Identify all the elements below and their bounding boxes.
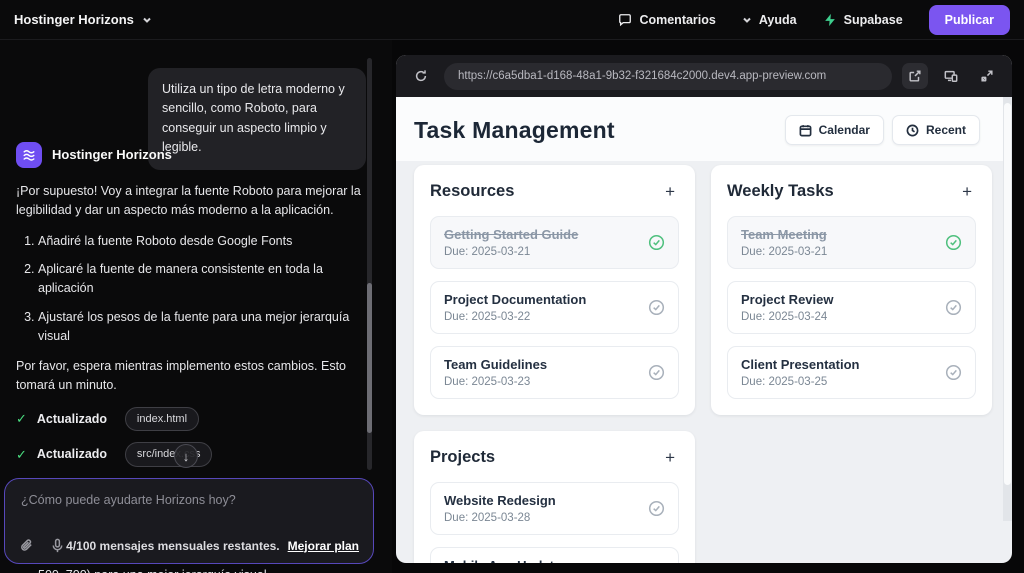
chat-scrollbar[interactable] bbox=[367, 58, 372, 470]
task-check-icon[interactable] bbox=[648, 234, 665, 251]
preview-scrollbar-thumb[interactable] bbox=[1004, 103, 1011, 485]
task-check-icon[interactable] bbox=[648, 500, 665, 517]
supabase-button[interactable]: Supabase bbox=[823, 13, 903, 27]
task-item[interactable]: Website Redesign Due: 2025-03-28 bbox=[430, 482, 679, 535]
check-icon: ✓ bbox=[16, 446, 27, 462]
preview-app: Task Management Calendar Recent Resource… bbox=[396, 97, 1012, 563]
section-card-projects: Projects + Website Redesign Due: 2025-03… bbox=[414, 431, 695, 563]
task-item[interactable]: Team Guidelines Due: 2025-03-23 bbox=[430, 346, 679, 399]
task-due: Due: 2025-03-21 bbox=[444, 246, 531, 258]
task-due: Due: 2025-03-21 bbox=[741, 246, 828, 258]
app-preview-panel: https://c6a5dba1-d168-48a1-9b32-f321684c… bbox=[396, 55, 1012, 563]
calendar-icon bbox=[799, 124, 812, 136]
plan-list: Añadiré la fuente Roboto desde Google Fo… bbox=[20, 232, 362, 346]
task-item[interactable]: Getting Started Guide Due: 2025-03-21 bbox=[430, 216, 679, 269]
file-pill[interactable]: src/index.css bbox=[124, 442, 213, 467]
task-title: Mobile App Update bbox=[444, 558, 561, 563]
add-task-button[interactable]: + bbox=[661, 447, 679, 468]
add-task-button[interactable]: + bbox=[958, 181, 976, 202]
section-title: Weekly Tasks bbox=[727, 182, 834, 200]
update-status: Actualizado bbox=[36, 411, 108, 426]
message-composer[interactable]: ¿Cómo puede ayudarte Horizons hoy? 4/100… bbox=[4, 478, 374, 564]
publish-button[interactable]: Publicar bbox=[928, 4, 1010, 35]
task-check-icon[interactable] bbox=[945, 234, 962, 251]
microphone-icon[interactable] bbox=[50, 538, 65, 553]
refresh-button[interactable] bbox=[408, 63, 434, 89]
task-due: Due: 2025-03-28 bbox=[444, 512, 531, 524]
task-item[interactable]: Client Presentation Due: 2025-03-25 bbox=[727, 346, 976, 399]
preview-browser-bar: https://c6a5dba1-d168-48a1-9b32-f321684c… bbox=[396, 55, 1012, 97]
task-title: Client Presentation bbox=[741, 357, 860, 372]
task-check-icon[interactable] bbox=[945, 299, 962, 316]
task-title: Team Meeting bbox=[741, 227, 827, 242]
waves-icon bbox=[23, 150, 35, 161]
file-update-row: ✓ Actualizado index.html bbox=[16, 406, 362, 432]
add-task-button[interactable]: + bbox=[661, 181, 679, 202]
horizons-logo bbox=[16, 142, 42, 168]
preview-url-input[interactable]: https://c6a5dba1-d168-48a1-9b32-f321684c… bbox=[444, 62, 892, 90]
section-card-resources: Resources + Getting Started Guide Due: 2… bbox=[414, 165, 695, 415]
page-title: Task Management bbox=[414, 116, 615, 143]
task-item[interactable]: Project Documentation Due: 2025-03-22 bbox=[430, 281, 679, 334]
task-due: Due: 2025-03-24 bbox=[741, 311, 828, 323]
chevron-down-icon bbox=[743, 17, 751, 23]
file-pill[interactable]: index.html bbox=[124, 406, 200, 432]
comment-bubble-icon bbox=[619, 13, 632, 26]
section-title: Projects bbox=[430, 448, 496, 466]
scroll-to-bottom-button[interactable]: ↓ bbox=[174, 444, 198, 468]
open-external-button[interactable] bbox=[902, 63, 928, 89]
task-item[interactable]: Project Review Due: 2025-03-24 bbox=[727, 281, 976, 334]
workspace-switcher[interactable]: Hostinger Horizons bbox=[14, 12, 152, 27]
recent-button[interactable]: Recent bbox=[891, 115, 980, 145]
chat-panel: Utiliza un tipo de letra moderno y senci… bbox=[0, 40, 392, 573]
plan-step: Añadiré la fuente Roboto desde Google Fo… bbox=[38, 232, 362, 251]
device-toggle-button[interactable] bbox=[938, 63, 964, 89]
section-title: Resources bbox=[430, 182, 515, 200]
supabase-label: Supabase bbox=[843, 12, 903, 27]
fullscreen-button[interactable] bbox=[974, 63, 1000, 89]
upgrade-plan-link[interactable]: Mejorar plan bbox=[288, 539, 359, 553]
task-title: Project Review bbox=[741, 292, 834, 307]
task-item[interactable]: Team Meeting Due: 2025-03-21 bbox=[727, 216, 976, 269]
check-icon: ✓ bbox=[16, 411, 27, 427]
task-check-icon[interactable] bbox=[945, 364, 962, 381]
task-item[interactable]: Mobile App Update Due: 2025-03-30 bbox=[430, 547, 679, 563]
comments-button[interactable]: Comentarios bbox=[618, 12, 716, 27]
attach-icon[interactable] bbox=[19, 538, 34, 553]
plan-step: Ajustaré los pesos de la fuente para una… bbox=[38, 308, 362, 346]
task-title: Team Guidelines bbox=[444, 357, 548, 372]
task-check-icon[interactable] bbox=[648, 299, 665, 316]
task-title: Getting Started Guide bbox=[444, 227, 579, 242]
preview-scrollbar[interactable] bbox=[1003, 97, 1012, 521]
clock-icon bbox=[906, 124, 919, 136]
task-title: Website Redesign bbox=[444, 493, 556, 508]
top-bar: Hostinger Horizons Comentarios Ayuda Sup… bbox=[0, 0, 1024, 40]
comments-label: Comentarios bbox=[639, 12, 716, 27]
quota-text: 4/100 mensajes mensuales restantes. bbox=[66, 538, 280, 553]
recent-label: Recent bbox=[925, 123, 966, 137]
external-link-icon bbox=[909, 70, 921, 82]
workspace-title: Hostinger Horizons bbox=[14, 12, 134, 27]
task-check-icon[interactable] bbox=[648, 364, 665, 381]
task-due: Due: 2025-03-25 bbox=[741, 376, 828, 388]
composer-placeholder: ¿Cómo puede ayudarte Horizons hoy? bbox=[21, 493, 236, 507]
update-status: Actualizado bbox=[36, 447, 108, 462]
task-title: Project Documentation bbox=[444, 292, 587, 307]
expand-icon bbox=[981, 70, 993, 82]
plan-step: Aplicaré la fuente de manera consistente… bbox=[38, 260, 362, 298]
assistant-name: Hostinger Horizons bbox=[52, 147, 172, 163]
help-menu[interactable]: Ayuda bbox=[742, 13, 797, 27]
assistant-intro: ¡Por supuesto! Voy a integrar la fuente … bbox=[16, 184, 361, 217]
help-label: Ayuda bbox=[758, 12, 797, 27]
section-card-weekly-tasks: Weekly Tasks + Team Meeting Due: 2025-03… bbox=[711, 165, 992, 415]
calendar-label: Calendar bbox=[818, 123, 870, 137]
calendar-button[interactable]: Calendar bbox=[784, 115, 884, 145]
devices-icon bbox=[944, 70, 958, 82]
chevron-down-icon bbox=[143, 17, 151, 23]
wait-text: Por favor, espera mientras implemento es… bbox=[16, 359, 347, 392]
task-due: Due: 2025-03-23 bbox=[444, 376, 531, 388]
supabase-icon bbox=[824, 13, 835, 26]
chat-scrollbar-thumb[interactable] bbox=[367, 283, 372, 433]
task-due: Due: 2025-03-22 bbox=[444, 311, 531, 323]
